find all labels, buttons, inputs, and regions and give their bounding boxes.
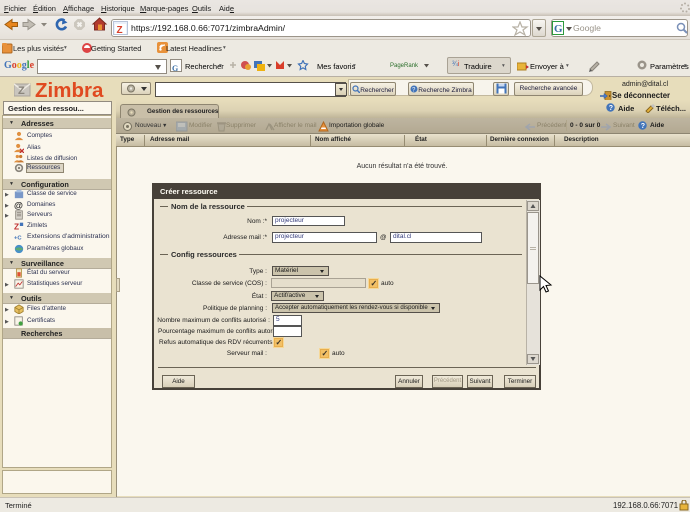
svg-text:Z: Z [18, 85, 25, 97]
svg-text:?: ? [609, 105, 613, 112]
svg-text:?: ? [641, 123, 645, 130]
svg-text:G: G [554, 23, 563, 35]
svg-text:Z: Z [117, 25, 123, 35]
svg-text:+C: +C [14, 236, 22, 242]
svg-text:@: @ [14, 200, 23, 210]
svg-text:PageRank: PageRank [390, 63, 419, 69]
svg-text:Zimbra: Zimbra [35, 80, 104, 102]
svg-text:G: G [172, 64, 178, 73]
svg-text:Z: Z [14, 221, 19, 231]
